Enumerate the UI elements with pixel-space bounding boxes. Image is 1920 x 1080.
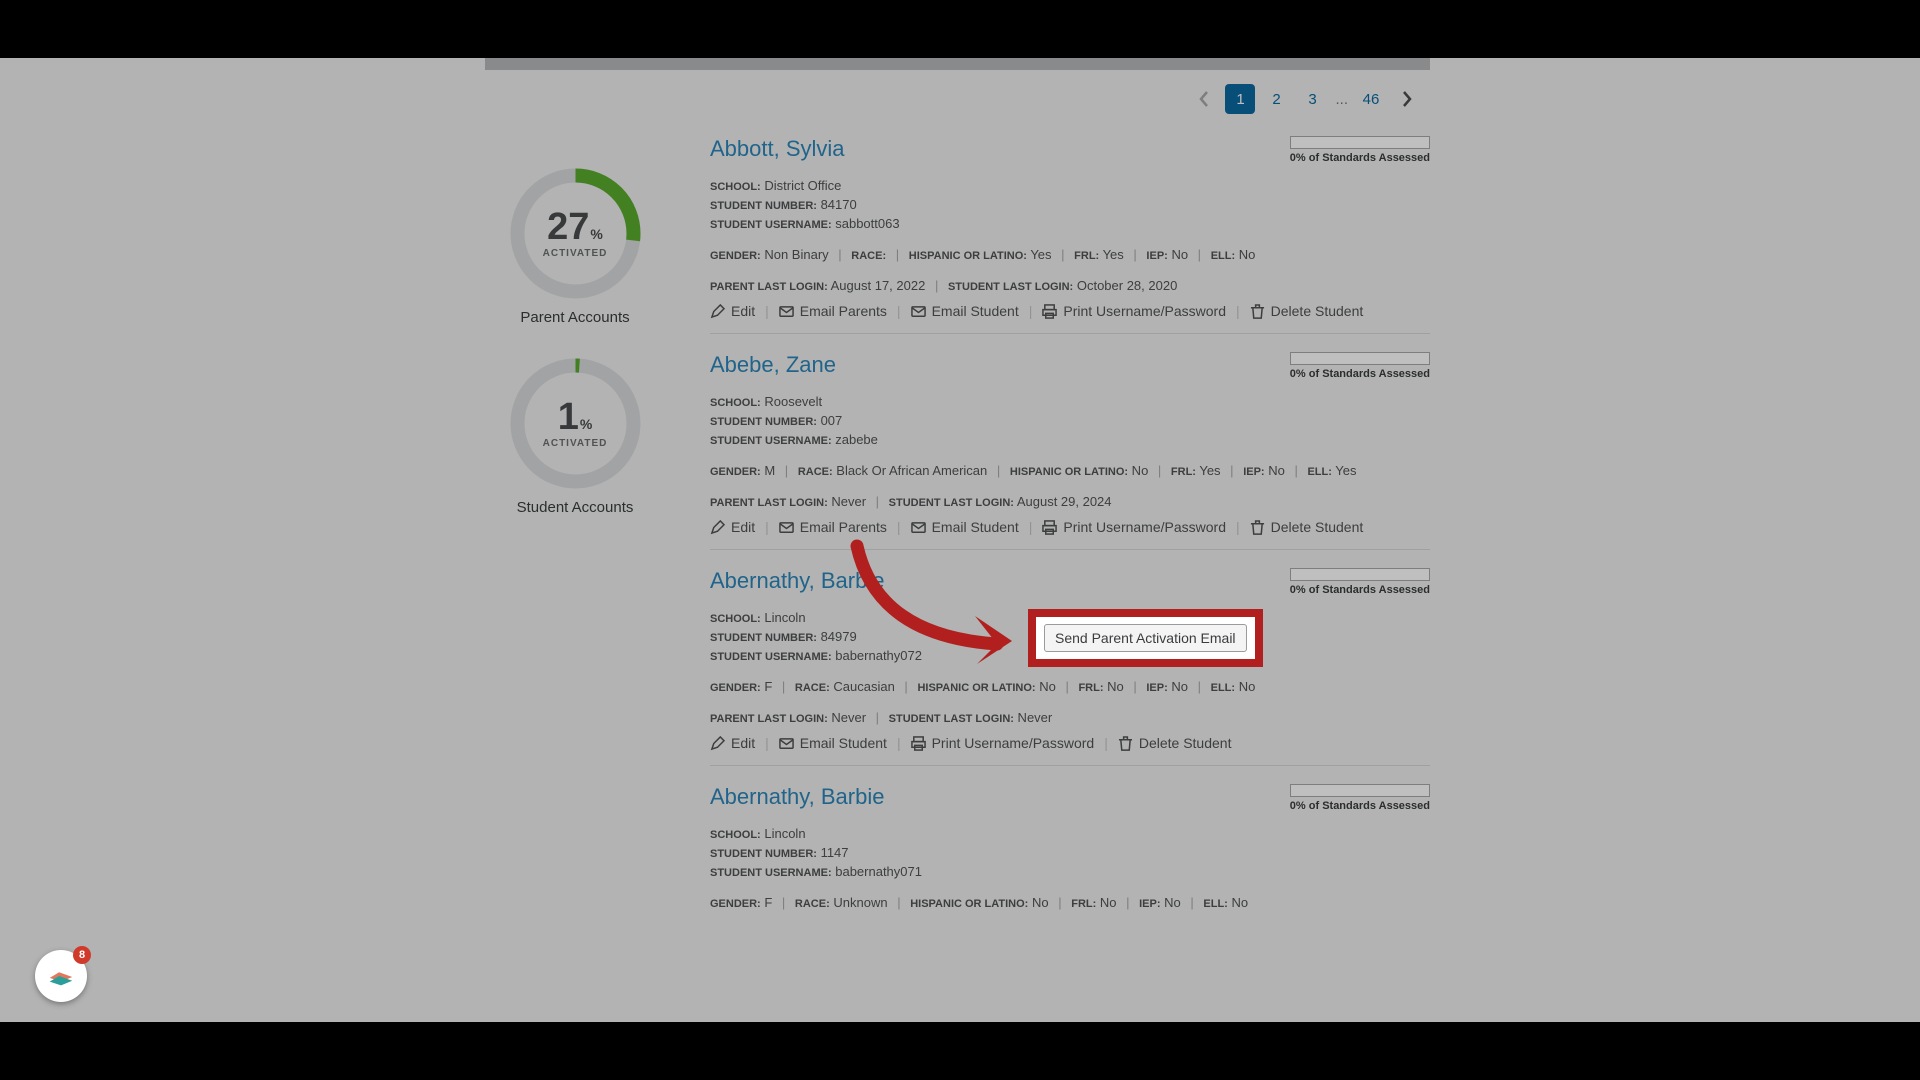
delete-action[interactable]: Delete Student bbox=[1250, 303, 1364, 319]
student-card: Abbott, Sylvia 0% of Standards Assessed … bbox=[710, 118, 1430, 334]
print-action[interactable]: Print Username/Password bbox=[1042, 303, 1226, 319]
print-action[interactable]: Print Username/Password bbox=[1042, 519, 1226, 535]
student-name-link[interactable]: Abebe, Zane bbox=[710, 352, 836, 378]
assess-bar bbox=[1290, 352, 1430, 365]
header-strip bbox=[485, 58, 1430, 70]
page-1-button[interactable]: 1 bbox=[1225, 84, 1255, 114]
help-floating-button[interactable]: 8 bbox=[35, 950, 87, 1002]
page-3-button[interactable]: 3 bbox=[1297, 84, 1327, 114]
email-parents-action[interactable]: Email Parents bbox=[779, 519, 887, 535]
help-badge-count: 8 bbox=[73, 946, 91, 964]
email-student-action[interactable]: Email Student bbox=[911, 303, 1019, 319]
delete-action[interactable]: Delete Student bbox=[1250, 519, 1364, 535]
student-card: Abebe, Zane 0% of Standards Assessed SCH… bbox=[710, 334, 1430, 550]
email-parents-action[interactable]: Email Parents bbox=[779, 303, 887, 319]
assess-text: 0% of Standards Assessed bbox=[1290, 152, 1430, 164]
tooltip-callout: Send Parent Activation Email bbox=[1028, 609, 1263, 667]
assess-bar bbox=[1290, 136, 1430, 149]
standards-assessed: 0% of Standards Assessed bbox=[1290, 352, 1430, 380]
standards-assessed: 0% of Standards Assessed bbox=[1290, 784, 1430, 812]
assess-text: 0% of Standards Assessed bbox=[1290, 584, 1430, 596]
standards-assessed: 0% of Standards Assessed bbox=[1290, 136, 1430, 164]
standards-assessed: 0% of Standards Assessed bbox=[1290, 568, 1430, 596]
email-student-action[interactable]: Email Student bbox=[911, 519, 1019, 535]
assess-bar bbox=[1290, 568, 1430, 581]
print-action[interactable]: Print Username/Password bbox=[911, 735, 1095, 751]
assess-text: 0% of Standards Assessed bbox=[1290, 368, 1430, 380]
student-name-link[interactable]: Abernathy, Barbie bbox=[710, 568, 884, 594]
pagination: 1 2 3 ... 46 bbox=[485, 70, 1430, 124]
send-parent-activation-email-tooltip[interactable]: Send Parent Activation Email bbox=[1044, 624, 1247, 652]
student-card: Abernathy, Barbie 0% of Standards Assess… bbox=[710, 766, 1430, 924]
assess-text: 0% of Standards Assessed bbox=[1290, 800, 1430, 812]
edit-action[interactable]: Edit bbox=[710, 735, 755, 751]
student-name-link[interactable]: Abernathy, Barbie bbox=[710, 784, 884, 810]
page-ellipsis: ... bbox=[1333, 91, 1350, 108]
email-student-action[interactable]: Email Student bbox=[779, 735, 887, 751]
page-2-button[interactable]: 2 bbox=[1261, 84, 1291, 114]
page-prev-button[interactable] bbox=[1189, 84, 1219, 114]
edit-action[interactable]: Edit bbox=[710, 303, 755, 319]
student-name-link[interactable]: Abbott, Sylvia bbox=[710, 136, 845, 162]
delete-action[interactable]: Delete Student bbox=[1118, 735, 1232, 751]
assess-bar bbox=[1290, 784, 1430, 797]
edit-action[interactable]: Edit bbox=[710, 519, 755, 535]
student-list: Abbott, Sylvia 0% of Standards Assessed … bbox=[710, 118, 1430, 924]
page-last-button[interactable]: 46 bbox=[1356, 84, 1386, 114]
page-next-button[interactable] bbox=[1392, 84, 1422, 114]
